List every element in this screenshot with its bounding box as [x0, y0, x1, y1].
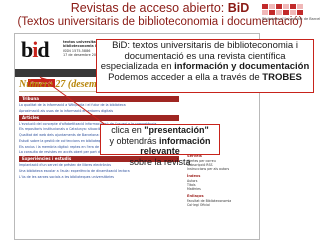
title-bold: BiD [227, 1, 250, 15]
callout-description: BiD: textos universitaris de bibliotecon… [96, 39, 314, 93]
section-header-tribuna: Tribuna [19, 96, 179, 102]
sidebar-link[interactable]: Matèries [187, 187, 255, 191]
sidebar-link[interactable]: Instruccions per als autors [187, 167, 255, 171]
list-item[interactable]: Aproximació als usos de la informació en… [19, 109, 179, 113]
tip-bold-presentacion: "presentación" [144, 125, 209, 135]
article-link[interactable]: Implantació d'un servei de préstec de ll… [19, 163, 111, 167]
sidebar-block: Índexs Autors Títols Matèries [187, 174, 255, 191]
tip-end: sobre la revista [129, 156, 191, 167]
title-prefix: Revistas de acceso abierto: [70, 1, 228, 15]
site-sidebar: Serveis Alertes per correu Subscripció R… [187, 154, 255, 210]
sidebar-link[interactable]: Col·legi Oficial [187, 203, 255, 207]
article-link[interactable]: Una biblioteca escolar a l'aula: experiè… [19, 169, 130, 173]
list-item[interactable]: La qualitat de la informació a Wikipedia… [19, 103, 179, 107]
logo-sub-4: 17 de desembre 2011 [63, 52, 101, 57]
list-item[interactable]: Una biblioteca escolar a l'aula: experiè… [19, 169, 179, 173]
sidebar-heading: Enllaços [187, 194, 204, 198]
logo-grid-icon [262, 4, 318, 15]
list-item[interactable]: L'ús de les xarxes socials a les bibliot… [19, 175, 179, 179]
article-link[interactable]: Aproximació als usos de la informació en… [19, 109, 113, 113]
callout-description-trobes: TROBES [262, 71, 302, 83]
section-header-articles: Articles [19, 114, 179, 121]
bid-logo[interactable]: bid [21, 37, 50, 63]
sidebar-block: Serveis Alertes per correu Subscripció R… [187, 154, 255, 171]
article-link[interactable]: La qualitat de la informació a Wikipedia… [19, 103, 126, 107]
sidebar-block: Enllaços Facultat de Biblioteconomia Col… [187, 194, 255, 207]
callout-presentation-tip: clica en "presentación" y obtendrás info… [100, 124, 220, 167]
university-logo-caption: Biblioteca d'Universitat de Barcelona [262, 17, 320, 21]
article-link[interactable]: L'ús de les xarxes socials a les bibliot… [19, 175, 114, 179]
tip-mid: y obtendrás [109, 135, 157, 146]
sidebar-heading: Índexs [187, 174, 201, 178]
callout-description-suffix: Podemos acceder a ella a través de [108, 71, 260, 83]
tip-prefix: clica en [111, 125, 142, 135]
callout-description-bold: información y documentación [174, 61, 310, 72]
university-logo: Biblioteca d'Universitat de Barcelona [262, 4, 320, 26]
